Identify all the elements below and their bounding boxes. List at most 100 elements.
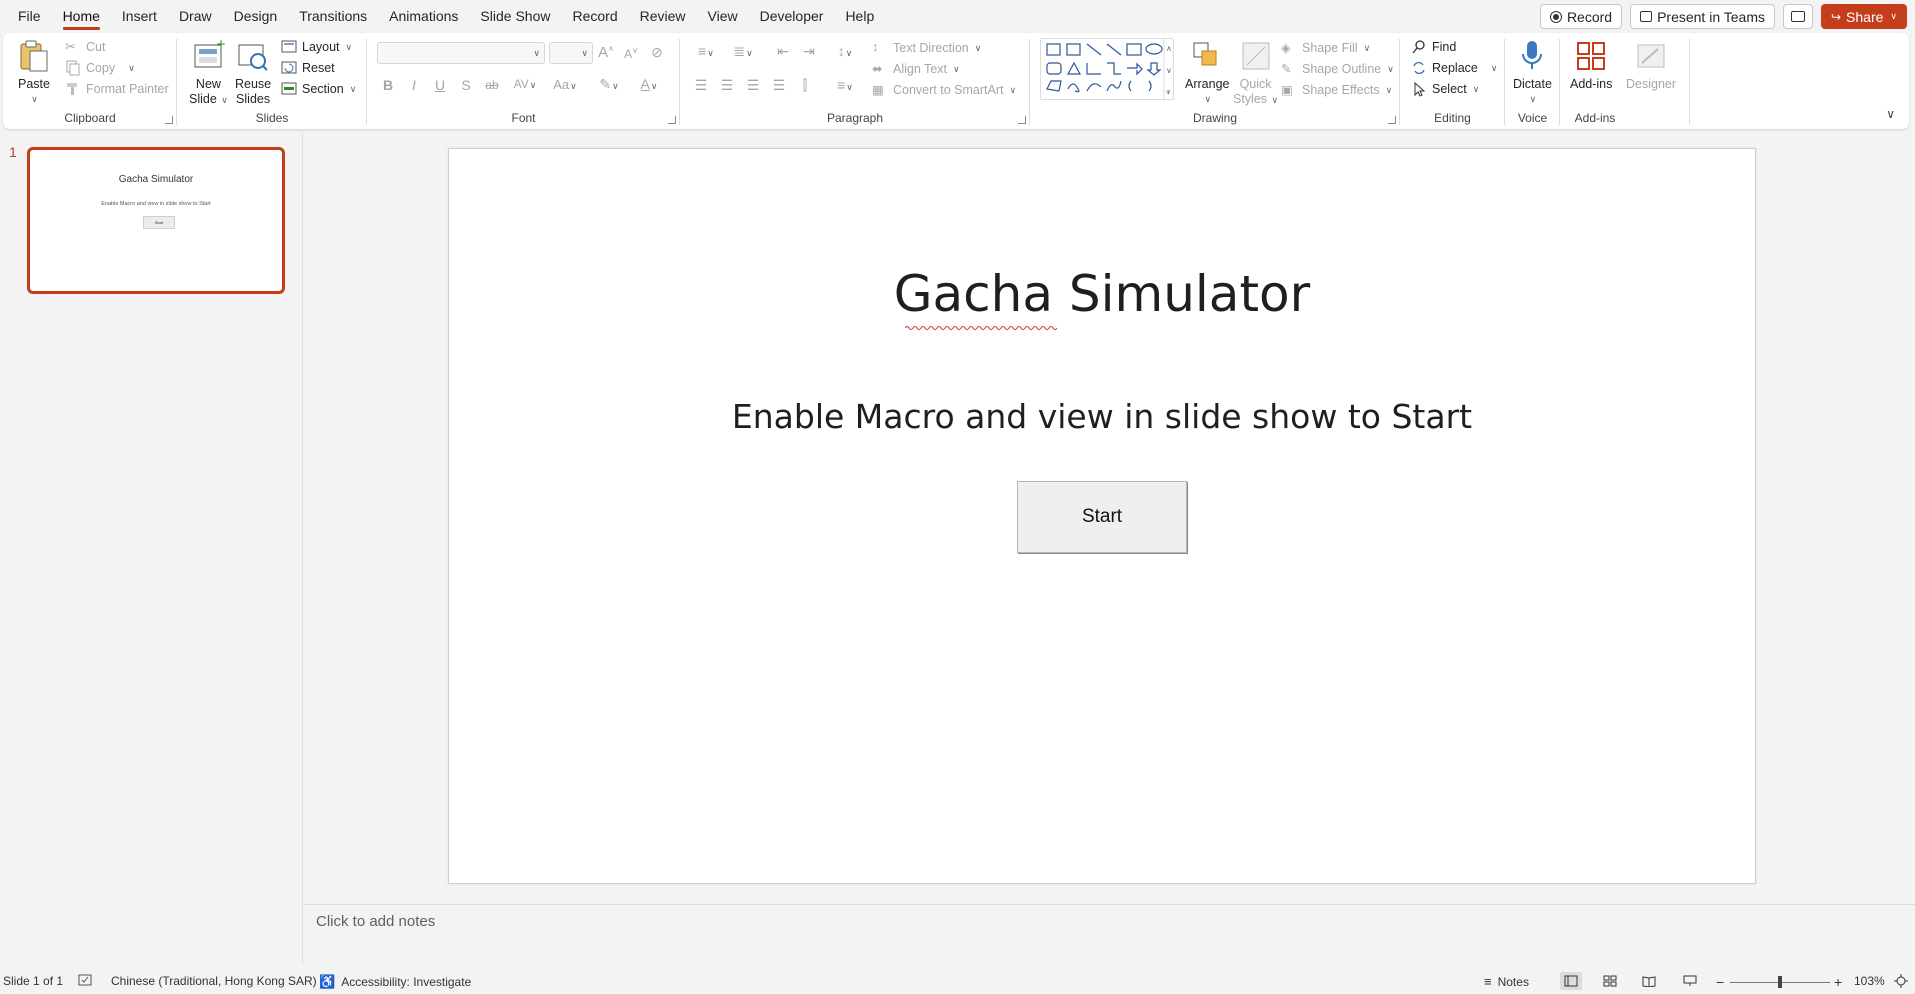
slide-counter: Slide 1 of 1 [3, 974, 64, 988]
slide-canvas[interactable]: Gacha Simulator Enable Macro and view in… [448, 148, 1756, 884]
tab-home[interactable]: Home [55, 0, 108, 32]
start-button[interactable]: Start [1017, 481, 1187, 553]
text-direction-button[interactable]: ↕ Text Direction ∨ [872, 38, 981, 58]
zoom-level[interactable]: 103% [1854, 974, 1885, 988]
new-slide-button[interactable]: + New Slide ∨ [189, 37, 228, 108]
shape-outline-button[interactable]: ✎ Shape Outline ∨ [1281, 59, 1394, 79]
text-align-vertical-button[interactable]: ≡∨ [830, 77, 860, 93]
zoom-slider-thumb[interactable] [1778, 976, 1782, 988]
grow-font-icon: A [598, 44, 609, 61]
dialog-launcher-icon[interactable] [165, 116, 173, 124]
slide-title[interactable]: Gacha Simulator [449, 265, 1755, 323]
slide-thumbnail[interactable]: Gacha Simulator Enable Macro and view in… [27, 147, 285, 294]
slide-sorter-icon[interactable] [1599, 972, 1621, 990]
accessibility-button[interactable]: ♿ Accessibility: Investigate [319, 974, 471, 990]
bullets-button[interactable]: ≡∨ [691, 43, 721, 59]
bold-button[interactable]: B [378, 77, 398, 93]
tab-design[interactable]: Design [226, 0, 286, 32]
paste-button[interactable]: Paste ∨ [17, 39, 51, 107]
replace-button[interactable]: Replace ∨ [1411, 58, 1497, 78]
spell-check-icon[interactable] [78, 974, 92, 986]
text-shadow-button[interactable]: S [456, 77, 476, 93]
line-spacing-button[interactable]: ↕∨ [830, 43, 860, 59]
reading-view-icon[interactable] [1638, 972, 1660, 990]
format-painter-button[interactable]: Format Painter [65, 79, 169, 99]
grow-font-button[interactable]: A∧ [596, 44, 616, 61]
quick-styles-button[interactable]: Quick Styles ∨ [1233, 39, 1278, 108]
dialog-launcher-icon[interactable] [668, 116, 676, 124]
character-spacing-button[interactable]: AV∨ [510, 77, 540, 91]
zoom-out-button[interactable]: − [1716, 974, 1724, 990]
search-icon [1411, 39, 1427, 55]
dictate-button[interactable]: Dictate ∨ [1513, 39, 1552, 107]
comments-button[interactable] [1782, 4, 1813, 29]
quick-styles-label-2: Styles ∨ [1233, 92, 1278, 108]
collapse-ribbon-icon[interactable]: ∨ [1886, 107, 1895, 121]
dialog-launcher-icon[interactable] [1388, 116, 1396, 124]
columns-icon[interactable]: ⫿ [795, 77, 815, 94]
notes-placeholder[interactable]: Click to add notes [316, 913, 435, 930]
share-button[interactable]: ↪ Share ∨ [1820, 4, 1907, 29]
fit-to-window-icon[interactable] [1894, 974, 1908, 988]
shapes-gallery[interactable]: ∧ ∨ ⩛ [1040, 38, 1174, 101]
increase-indent-icon[interactable]: ⇥ [799, 43, 819, 60]
tab-insert[interactable]: Insert [114, 0, 165, 32]
tab-view[interactable]: View [700, 0, 746, 32]
tab-review[interactable]: Review [632, 0, 694, 32]
present-in-teams-button[interactable]: Present in Teams [1630, 4, 1775, 29]
notes-toggle-button[interactable]: ≡ Notes [1484, 974, 1529, 989]
arrange-button[interactable]: Arrange ∨ [1185, 39, 1229, 107]
font-color-button[interactable]: A∨ [633, 76, 665, 92]
designer-button[interactable]: Designer [1626, 39, 1676, 92]
change-case-button[interactable]: Aa∨ [550, 77, 580, 92]
italic-button[interactable]: I [404, 77, 424, 93]
clear-formatting-icon[interactable]: ⊘ [647, 44, 667, 61]
slide-show-icon[interactable] [1679, 972, 1701, 990]
tab-developer[interactable]: Developer [752, 0, 832, 32]
align-center-icon[interactable]: ☰ [717, 77, 737, 94]
section-button[interactable]: Section ∨ [281, 79, 356, 99]
zoom-in-button[interactable]: + [1834, 974, 1842, 990]
align-left-icon[interactable]: ☰ [691, 77, 711, 94]
shape-effects-button[interactable]: ▣ Shape Effects ∨ [1281, 80, 1392, 100]
tab-transitions[interactable]: Transitions [291, 0, 375, 32]
reset-button[interactable]: Reset [281, 58, 335, 78]
chevron-down-icon: ∨ [221, 95, 228, 105]
highlight-color-button[interactable]: ✎∨ [593, 76, 625, 93]
cut-button[interactable]: ✂ Cut [65, 37, 105, 57]
reuse-slides-icon [236, 39, 270, 73]
addins-button[interactable]: Add-ins [1570, 39, 1612, 92]
dialog-launcher-icon[interactable] [1018, 116, 1026, 124]
normal-view-icon[interactable] [1560, 972, 1582, 990]
font-name-dropdown[interactable]: ∨ [377, 42, 545, 64]
tab-help[interactable]: Help [837, 0, 882, 32]
convert-smartart-button[interactable]: ▦ Convert to SmartArt ∨ [872, 80, 1016, 100]
justify-icon[interactable]: ☰ [769, 77, 789, 94]
find-button[interactable]: Find [1411, 37, 1456, 57]
reuse-slides-button[interactable]: Reuse Slides [235, 39, 271, 107]
language-indicator[interactable]: Chinese (Traditional, Hong Kong SAR) [111, 974, 317, 988]
numbering-button[interactable]: ≣∨ [728, 43, 758, 60]
cursor-icon [1411, 81, 1427, 97]
tab-slide-show[interactable]: Slide Show [472, 0, 558, 32]
tab-file[interactable]: File [10, 0, 49, 32]
shrink-font-button[interactable]: A∨ [621, 46, 641, 61]
underline-button[interactable]: U [430, 77, 450, 93]
align-right-icon[interactable]: ☰ [743, 77, 763, 94]
slide-subtitle[interactable]: Enable Macro and view in slide show to S… [449, 397, 1755, 436]
align-text-button[interactable]: ⬌ Align Text ∨ [872, 59, 960, 79]
svg-text:∨: ∨ [1166, 66, 1172, 75]
tab-animations[interactable]: Animations [381, 0, 466, 32]
strikethrough-button[interactable]: ab [482, 78, 502, 92]
select-button[interactable]: Select ∨ [1411, 79, 1479, 99]
record-button[interactable]: Record [1539, 4, 1623, 29]
decrease-indent-icon[interactable]: ⇤ [773, 43, 793, 60]
tab-draw[interactable]: Draw [171, 0, 220, 32]
accessibility-label: Accessibility: Investigate [341, 975, 472, 989]
layout-button[interactable]: Layout ∨ [281, 37, 352, 57]
tab-record[interactable]: Record [564, 0, 625, 32]
font-size-dropdown[interactable]: ∨ [549, 42, 593, 64]
notes-pane[interactable]: Click to add notes [304, 904, 1915, 964]
copy-button[interactable]: Copy ∨ [65, 58, 135, 78]
shape-fill-button[interactable]: ◈ Shape Fill ∨ [1281, 38, 1370, 58]
